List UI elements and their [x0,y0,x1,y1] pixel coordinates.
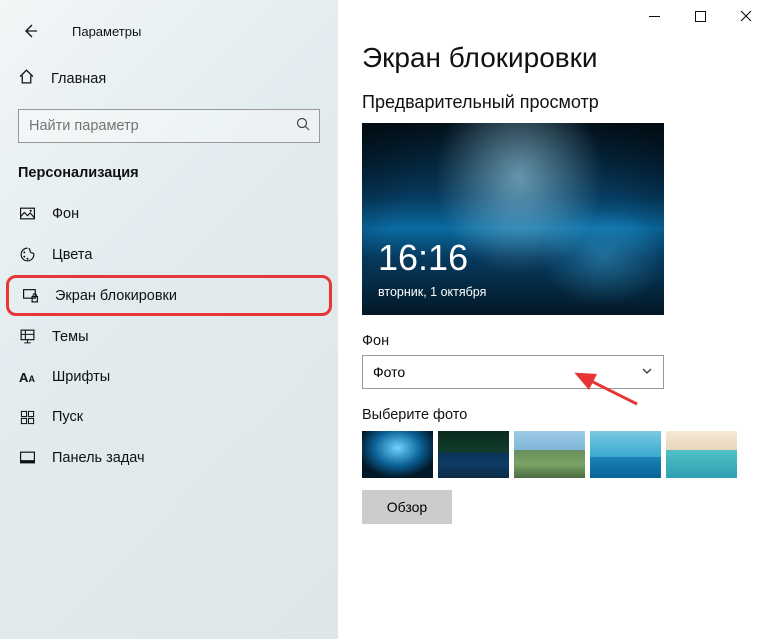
nav-item-fonts[interactable]: AA Шрифты [0,357,338,397]
photo-thumb-3[interactable] [514,431,585,478]
settings-window: Параметры Главная Персонализация Фон [0,0,769,639]
photo-thumb-5[interactable] [666,431,737,478]
taskbar-icon [18,449,36,466]
arrow-left-icon [22,23,38,39]
window-controls [631,0,769,36]
page-title: Экран блокировки [362,42,745,74]
titlebar-left: Параметры [0,8,338,58]
photo-thumb-2[interactable] [438,431,509,478]
nav-item-colors[interactable]: Цвета [0,234,338,275]
close-button[interactable] [723,0,769,32]
photo-thumbnails [362,431,745,478]
category-header: Персонализация [0,157,338,193]
nav-item-themes[interactable]: Темы [0,316,338,357]
sidebar: Параметры Главная Персонализация Фон [0,0,338,639]
start-icon [18,410,36,425]
browse-button-label: Обзор [387,499,427,515]
chevron-down-icon [641,364,653,380]
nav-item-label: Панель задач [52,450,145,466]
photo-thumb-4[interactable] [590,431,661,478]
themes-icon [18,328,36,345]
nav-item-label: Цвета [52,247,92,263]
minimize-button[interactable] [631,0,677,32]
nav-item-lock-screen[interactable]: Экран блокировки [6,275,332,316]
nav-item-background[interactable]: Фон [0,193,338,234]
nav-item-label: Экран блокировки [55,288,177,304]
preview-clock: 16:16 [378,237,468,279]
picture-icon [18,205,36,222]
nav-home-label: Главная [51,71,106,87]
nav-item-start[interactable]: Пуск [0,397,338,437]
background-field-label: Фон [362,333,745,349]
search-input[interactable] [29,118,295,134]
nav-item-label: Шрифты [52,369,110,385]
nav-item-label: Пуск [52,409,83,425]
browse-button[interactable]: Обзор [362,490,452,524]
window-title: Параметры [72,24,141,39]
main-content: Экран блокировки Предварительный просмот… [338,0,769,639]
nav-item-taskbar[interactable]: Панель задач [0,437,338,478]
search-icon [295,116,311,137]
choose-photo-label: Выберите фото [362,407,745,423]
nav-home[interactable]: Главная [0,58,338,99]
dropdown-value: Фото [373,364,405,380]
search-input-wrapper[interactable] [18,109,320,143]
lock-screen-icon [21,287,39,304]
maximize-button[interactable] [677,0,723,32]
lock-screen-preview: 16:16 вторник, 1 октября [362,123,664,315]
nav-item-label: Темы [52,329,89,345]
home-icon [18,68,35,89]
preview-date: вторник, 1 октября [378,285,486,299]
back-button[interactable] [8,16,52,46]
fonts-icon: AA [18,370,36,385]
palette-icon [18,246,36,263]
background-dropdown[interactable]: Фото [362,355,664,389]
preview-label: Предварительный просмотр [362,92,745,113]
nav-item-label: Фон [52,206,79,222]
annotation-arrow-icon [559,372,639,406]
photo-thumb-1[interactable] [362,431,433,478]
